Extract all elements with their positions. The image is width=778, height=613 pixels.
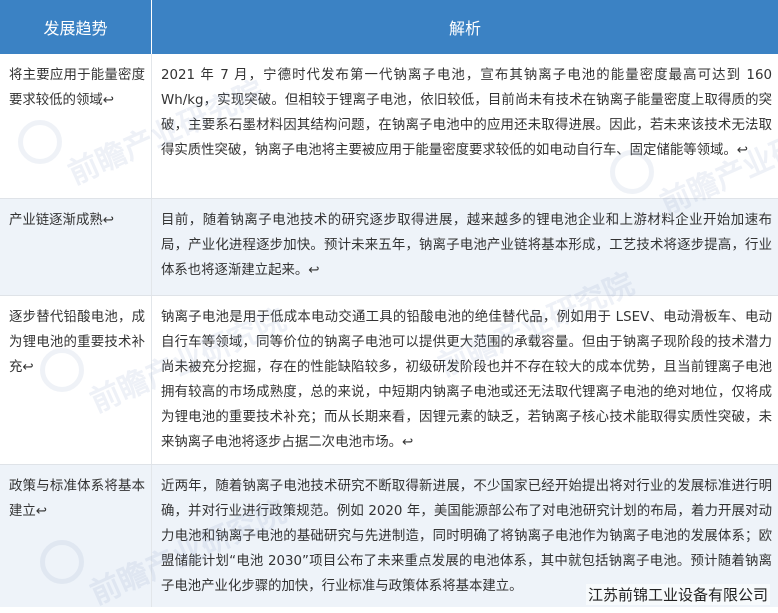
source-watermark: 江苏前锦工业设备有限公司 [585, 584, 770, 605]
analysis-cell: 目前，随着钠离子电池技术的研究逐步取得进展，越来越多的锂电池企业和上游材料企业开… [161, 213, 772, 278]
header-trend: 发展趋势 [0, 0, 152, 54]
analysis-cell: 2021 年 7 月，宁德时代发布第一代钠离子电池，宣布其钠离子电池的能量密度最… [161, 68, 772, 158]
trend-analysis-table: 发展趋势 解析 将主要应用于能量密度要求较低的领域↩ 2021 年 7 月，宁德… [0, 0, 778, 607]
table-row: 将主要应用于能量密度要求较低的领域↩ 2021 年 7 月，宁德时代发布第一代钠… [0, 54, 778, 198]
trend-cell: 产业链逐渐成熟↩ [0, 199, 152, 295]
table-row: 产业链逐渐成熟↩ 目前，随着钠离子电池技术的研究逐步取得进展，越来越多的锂电池企… [0, 199, 778, 295]
analysis-cell: 钠离子电池是用于低成本电动交通工具的铅酸电池的绝佳替代品，例如用于 LSEV、电… [161, 310, 772, 450]
trend-cell: 政策与标准体系将基本建立↩ [0, 465, 152, 607]
table-row: 逐步替代铅酸电池，成为锂电池的重要技术补充↩ 钠离子电池是用于低成本电动交通工具… [0, 296, 778, 464]
header-analysis: 解析 [152, 0, 778, 54]
trend-cell: 将主要应用于能量密度要求较低的领域↩ [0, 54, 152, 198]
trend-cell: 逐步替代铅酸电池，成为锂电池的重要技术补充↩ [0, 296, 152, 464]
